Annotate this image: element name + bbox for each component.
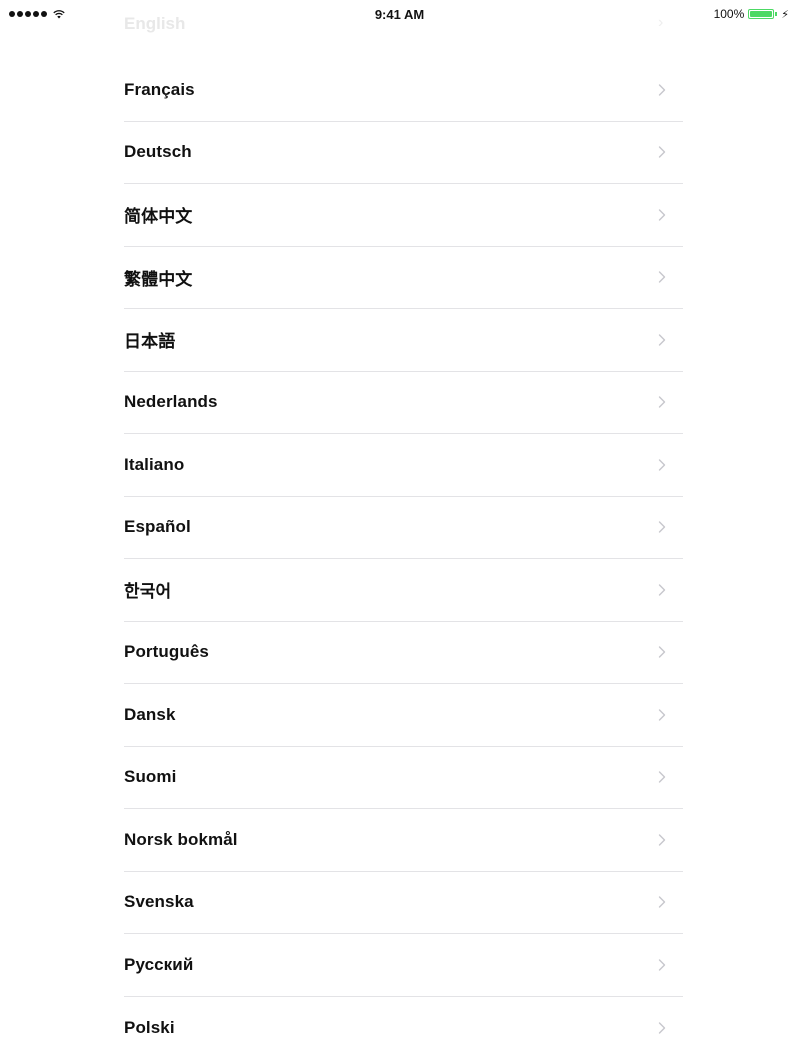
battery-indicator: 100% ⚡︎ bbox=[714, 7, 789, 21]
language-label: Português bbox=[124, 642, 209, 662]
language-label: Polski bbox=[124, 1018, 175, 1038]
language-label: Español bbox=[124, 517, 191, 537]
chevron-right-icon bbox=[658, 959, 666, 971]
chevron-right-icon bbox=[658, 584, 666, 596]
language-item[interactable]: 日本語 bbox=[124, 309, 683, 372]
chevron-right-icon bbox=[658, 146, 666, 158]
language-label: Dansk bbox=[124, 705, 176, 725]
language-label: 繁體中文 bbox=[124, 265, 192, 290]
language-label: Русский bbox=[124, 955, 193, 975]
language-label: Deutsch bbox=[124, 142, 192, 162]
language-label: Italiano bbox=[124, 455, 184, 475]
language-label: Svenska bbox=[124, 892, 194, 912]
chevron-right-icon bbox=[658, 834, 666, 846]
battery-percent: 100% bbox=[714, 7, 745, 21]
language-item[interactable]: Polski bbox=[124, 997, 683, 1059]
language-item[interactable]: Norsk bokmål bbox=[124, 809, 683, 872]
charging-bolt-icon: ⚡︎ bbox=[781, 8, 789, 21]
language-item[interactable]: Español bbox=[124, 497, 683, 560]
battery-fill bbox=[750, 11, 772, 17]
chevron-right-icon bbox=[658, 646, 666, 658]
language-label: Nederlands bbox=[124, 392, 218, 412]
language-item[interactable]: Suomi bbox=[124, 747, 683, 810]
language-item[interactable]: Svenska bbox=[124, 872, 683, 935]
language-label: Suomi bbox=[124, 767, 176, 787]
language-label: Norsk bokmål bbox=[124, 830, 238, 850]
language-item[interactable]: Deutsch bbox=[124, 122, 683, 185]
chevron-right-icon bbox=[658, 896, 666, 908]
chevron-right-icon bbox=[658, 334, 666, 346]
language-label: 简体中文 bbox=[124, 202, 192, 227]
language-label: 한국어 bbox=[124, 577, 171, 602]
language-list: Français Deutsch 简体中文繁體中文日本語 Nederlands Ital… bbox=[124, 59, 683, 1059]
chevron-right-icon bbox=[658, 209, 666, 221]
language-label: Français bbox=[124, 80, 195, 100]
chevron-right-icon bbox=[658, 1022, 666, 1034]
chevron-right-icon bbox=[658, 459, 666, 471]
language-item[interactable]: 한국어 bbox=[124, 559, 683, 622]
language-item[interactable]: Português bbox=[124, 622, 683, 685]
language-item[interactable]: Italiano bbox=[124, 434, 683, 497]
language-item[interactable]: Nederlands bbox=[124, 372, 683, 435]
status-bar: 9:41 AM 100% ⚡︎ bbox=[0, 0, 799, 30]
language-item[interactable]: 繁體中文 bbox=[124, 247, 683, 310]
language-item[interactable]: 简体中文 bbox=[124, 184, 683, 247]
chevron-right-icon bbox=[658, 771, 666, 783]
status-time: 9:41 AM bbox=[0, 7, 799, 22]
chevron-right-icon bbox=[658, 271, 666, 283]
chevron-right-icon bbox=[658, 709, 666, 721]
language-label: 日本語 bbox=[124, 327, 175, 352]
chevron-right-icon bbox=[658, 396, 666, 408]
language-item[interactable]: Русский bbox=[124, 934, 683, 997]
chevron-right-icon bbox=[658, 84, 666, 96]
chevron-right-icon bbox=[658, 521, 666, 533]
battery-icon bbox=[748, 9, 774, 19]
battery-nub bbox=[775, 12, 777, 16]
language-item[interactable]: Dansk bbox=[124, 684, 683, 747]
language-item[interactable]: Français bbox=[124, 59, 683, 122]
